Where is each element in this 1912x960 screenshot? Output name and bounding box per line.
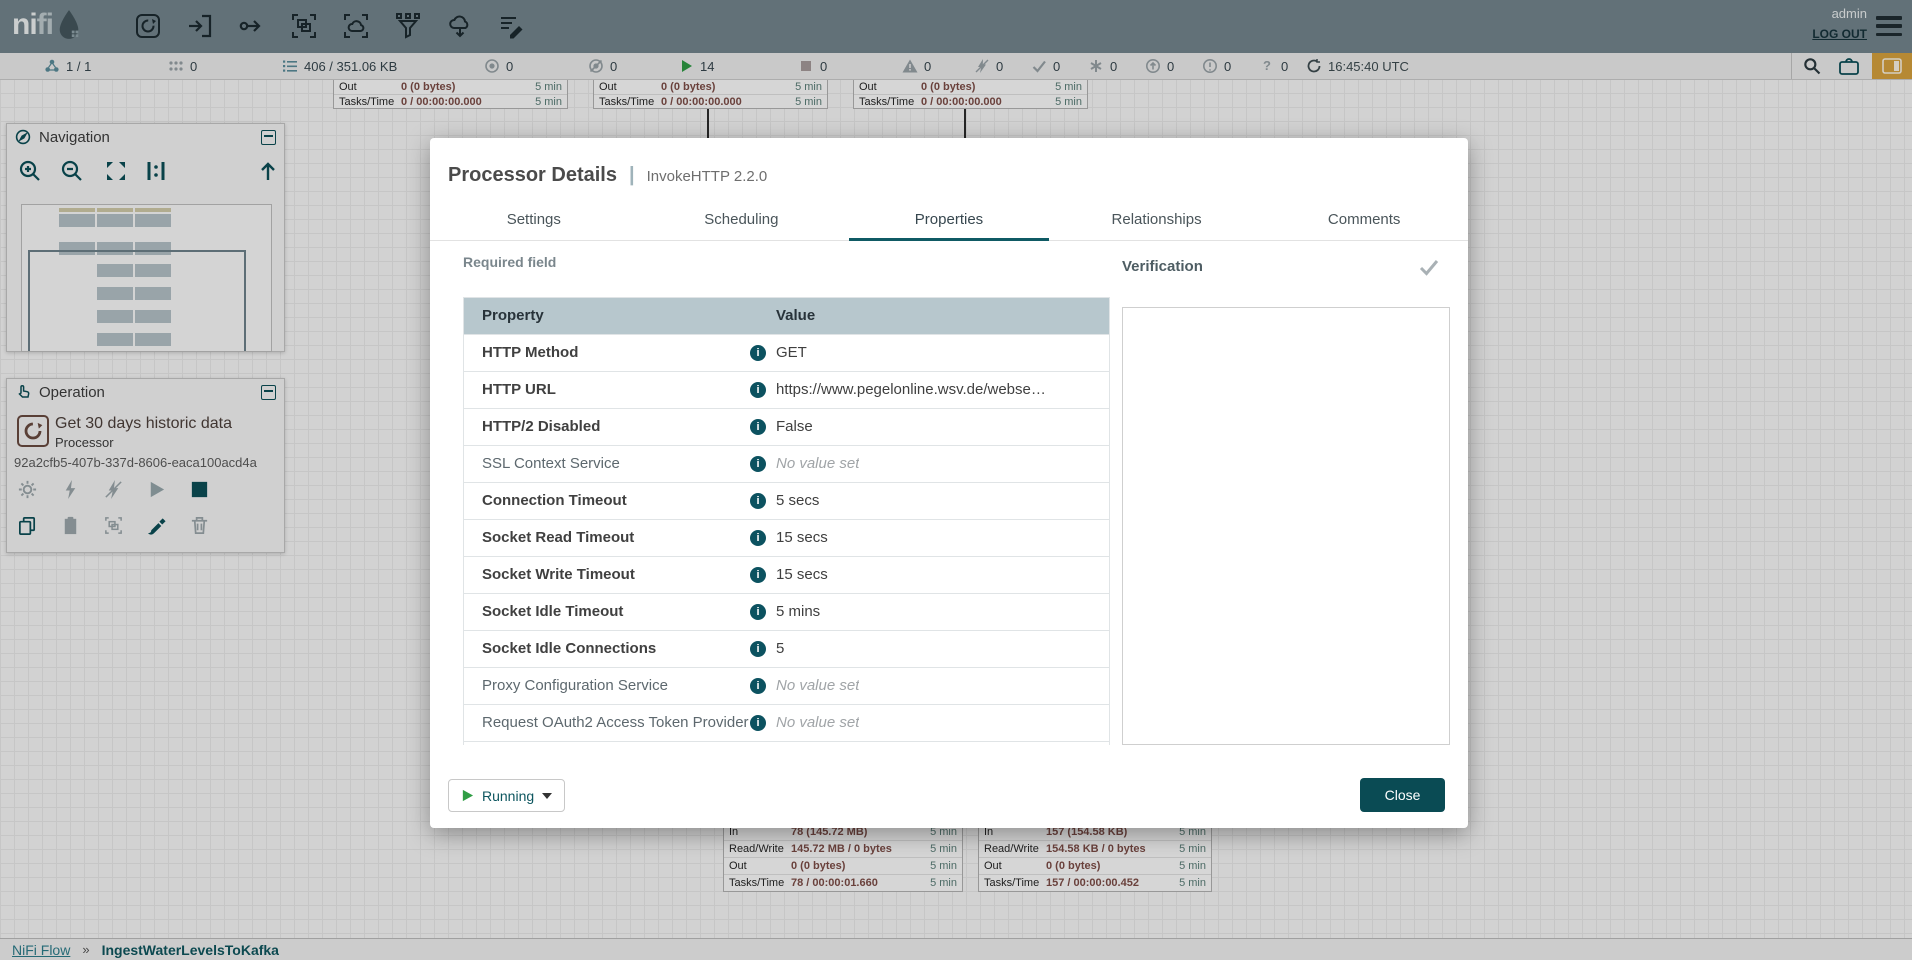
column-value: Value (776, 298, 815, 334)
verification-check-icon[interactable] (1418, 256, 1440, 278)
property-row: HTTP URL i https://www.pegelonline.wsv.d… (464, 371, 1109, 408)
property-row: HTTP/2 Disabled i False (464, 408, 1109, 445)
chevron-down-icon (542, 793, 552, 799)
tab-comments[interactable]: Comments (1260, 198, 1468, 240)
dialog-subtitle: InvokeHTTP 2.2.0 (647, 168, 768, 185)
run-status-label: Running (482, 788, 534, 804)
dialog-title: Processor Details (448, 164, 617, 187)
tab-settings[interactable]: Settings (430, 198, 638, 240)
required-field-label: Required field (463, 254, 556, 270)
info-icon[interactable]: i (750, 493, 766, 509)
property-row: i No value set (464, 741, 1109, 745)
info-icon[interactable]: i (750, 456, 766, 472)
tab-scheduling[interactable]: Scheduling (638, 198, 846, 240)
info-icon[interactable]: i (750, 530, 766, 546)
column-property: Property (482, 298, 544, 334)
info-icon[interactable]: i (750, 567, 766, 583)
title-separator: | (629, 164, 635, 187)
info-icon[interactable]: i (750, 641, 766, 657)
close-button[interactable]: Close (1360, 778, 1445, 812)
property-row: Proxy Configuration Service i No value s… (464, 667, 1109, 704)
tab-relationships[interactable]: Relationships (1053, 198, 1261, 240)
nifi-app: nifi admin LOG OU (0, 0, 1912, 960)
properties-table-header: Property Value (464, 298, 1109, 334)
property-row: Socket Write Timeout i 15 secs (464, 556, 1109, 593)
property-row: Socket Idle Timeout i 5 mins (464, 593, 1109, 630)
property-row: Request OAuth2 Access Token Provider i N… (464, 704, 1109, 741)
dialog-tabs: Settings Scheduling Properties Relations… (430, 198, 1468, 241)
run-status-button[interactable]: Running (448, 779, 565, 812)
property-row: Socket Idle Connections i 5 (464, 630, 1109, 667)
play-icon (461, 789, 474, 802)
info-icon[interactable]: i (750, 604, 766, 620)
tab-properties[interactable]: Properties (845, 198, 1053, 240)
property-row: Socket Read Timeout i 15 secs (464, 519, 1109, 556)
verification-results-panel (1122, 307, 1450, 745)
info-icon[interactable]: i (750, 715, 766, 731)
info-icon[interactable]: i (750, 345, 766, 361)
verification-title: Verification (1122, 258, 1203, 275)
property-row: SSL Context Service i No value set (464, 445, 1109, 482)
info-icon[interactable]: i (750, 419, 766, 435)
info-icon[interactable]: i (750, 678, 766, 694)
processor-details-dialog: Processor Details | InvokeHTTP 2.2.0 Set… (430, 138, 1468, 828)
property-row: Connection Timeout i 5 secs (464, 482, 1109, 519)
info-icon[interactable]: i (750, 382, 766, 398)
property-row: HTTP Method i GET (464, 334, 1109, 371)
properties-table: Property Value HTTP Method i GET HTTP UR… (463, 297, 1110, 745)
